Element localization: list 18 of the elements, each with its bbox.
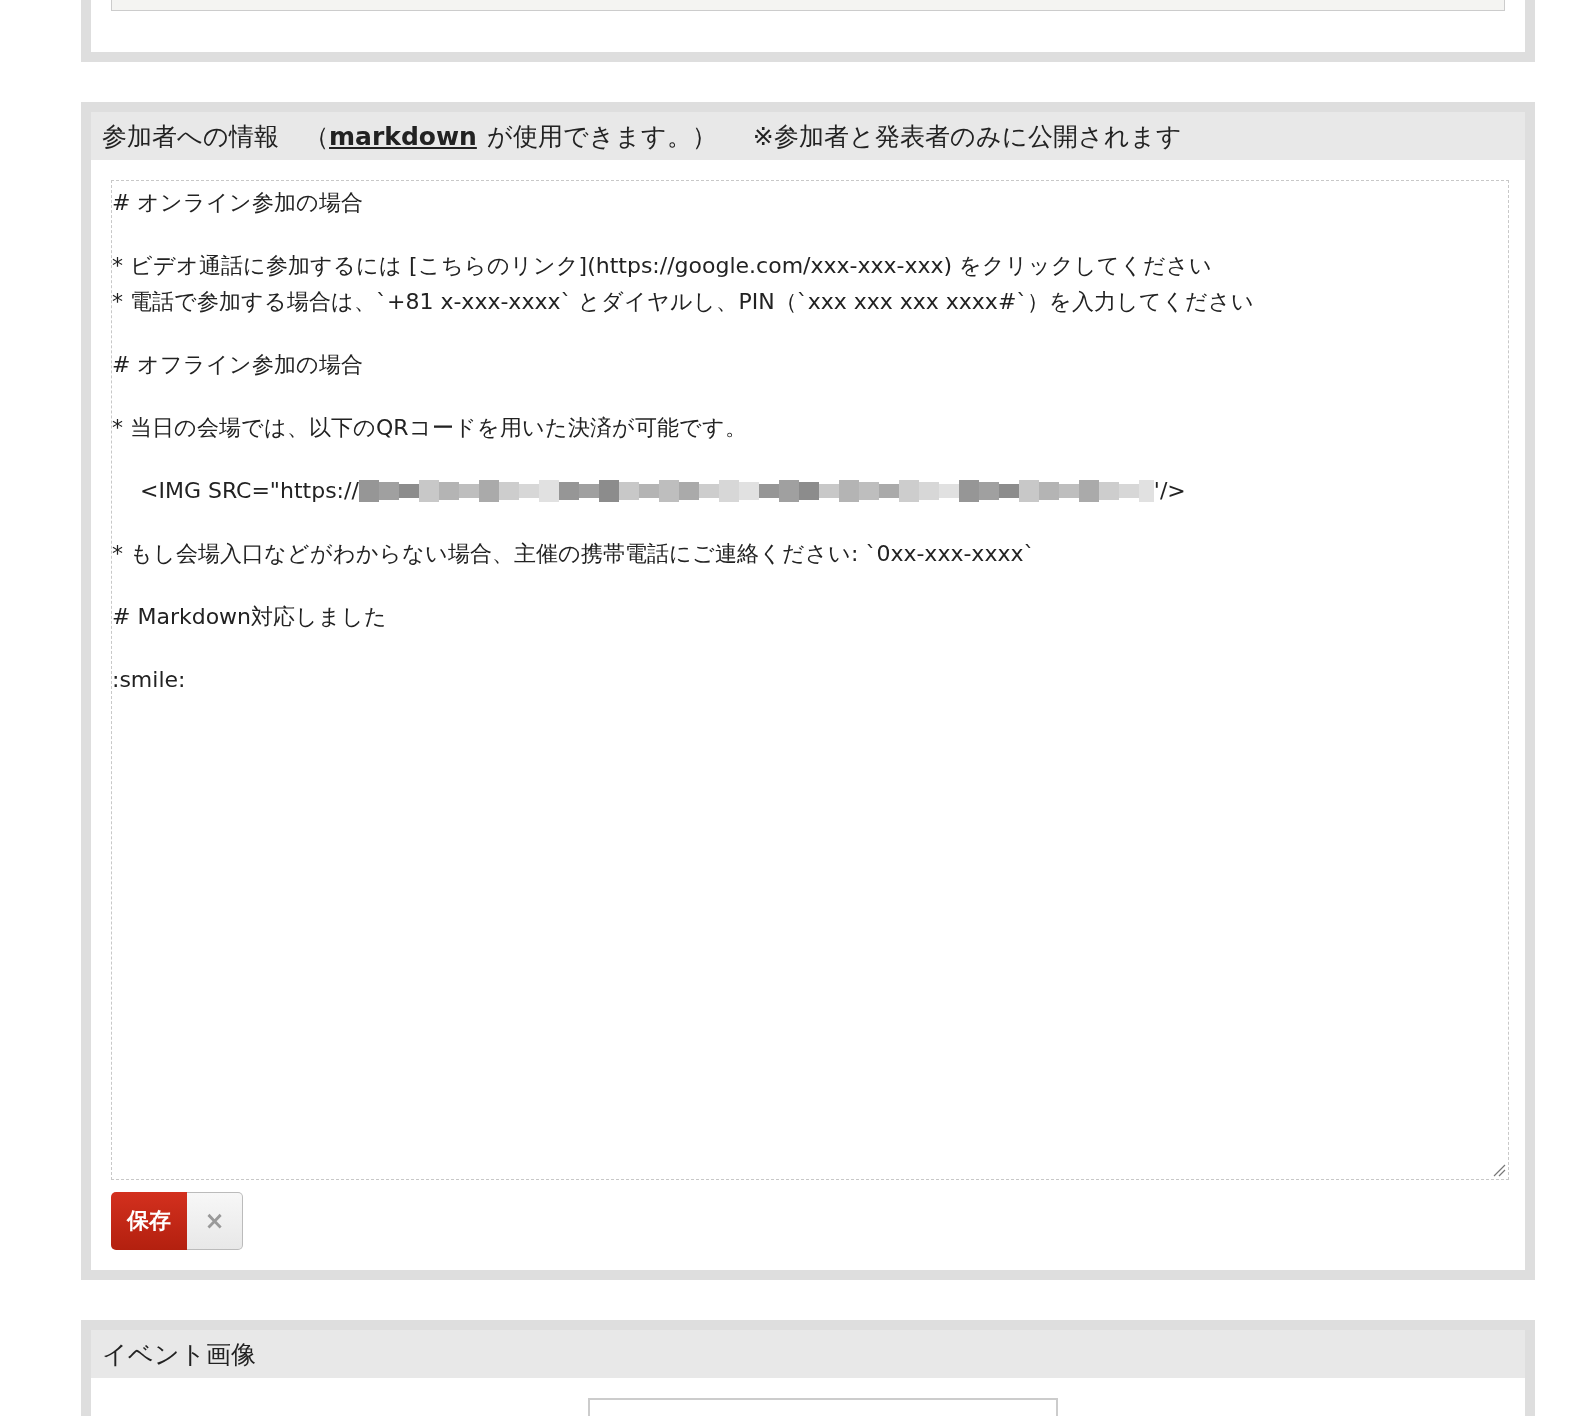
editor-line: * ビデオ通話に参加するには [こちらのリンク](https://google.com/xxx-xxx-xxx) をクリックしてください bbox=[112, 252, 1213, 280]
editor-line: # Markdown対応しました bbox=[112, 603, 388, 631]
save-button[interactable]: 保存 bbox=[111, 1192, 187, 1250]
markdown-editor[interactable] bbox=[111, 180, 1509, 1180]
editor-line: # オフライン参加の場合 bbox=[112, 351, 364, 379]
editor-line: * 当日の会場では、以下のQRコードを用いた決済が可能です。 bbox=[112, 414, 747, 442]
editor-line: '/> bbox=[1153, 477, 1186, 505]
resize-handle-icon[interactable] bbox=[1492, 1163, 1506, 1177]
editor-line: :smile: bbox=[112, 666, 186, 694]
header-label: が使用できます。） bbox=[486, 120, 717, 153]
markdown-link[interactable]: markdown bbox=[329, 121, 477, 151]
editor-line: * 電話で参加する場合は、`+81 x-xxx-xxxx` とダイヤルし、PIN（`xxx xxx xxx xxxx#`）を入力してください bbox=[112, 288, 1255, 316]
editor-line: # オンライン参加の場合 bbox=[112, 189, 364, 217]
header-label: 参加者への情報 （ bbox=[102, 120, 329, 153]
editor-line: <IMG SRC="https:// bbox=[138, 477, 359, 505]
editor-line: * もし会場入口などがわからない場合、主催の携帯電話にご連絡ください: `0xx-xxx-xxxx` bbox=[112, 540, 1035, 568]
visibility-note: ※参加者と発表者のみに公開されます bbox=[752, 120, 1182, 153]
header-label: イベント画像 bbox=[102, 1338, 256, 1371]
